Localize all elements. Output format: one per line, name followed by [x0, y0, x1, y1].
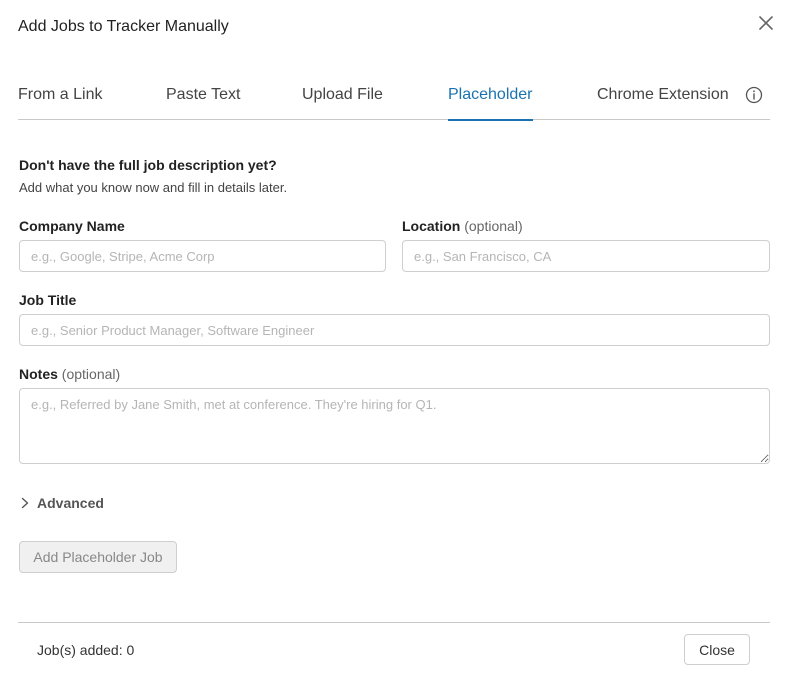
tab-bar: From a Link Paste Text Upload File Place… [18, 74, 770, 121]
location-optional-text: (optional) [464, 218, 523, 234]
tab-from-a-link[interactable]: From a Link [18, 86, 102, 120]
add-placeholder-job-button[interactable]: Add Placeholder Job [19, 541, 177, 573]
notes-label: Notes (optional) [19, 366, 120, 382]
tab-paste-text[interactable]: Paste Text [166, 86, 240, 120]
close-icon[interactable] [757, 14, 775, 32]
notes-optional-text: (optional) [61, 366, 121, 382]
advanced-label: Advanced [37, 495, 104, 511]
jobs-added-count: Job(s) added: 0 [37, 642, 135, 658]
job-title-input[interactable] [19, 314, 770, 346]
advanced-toggle[interactable]: Advanced [19, 494, 104, 512]
company-name-input[interactable] [19, 240, 386, 272]
tab-upload-file[interactable]: Upload File [302, 86, 383, 120]
company-name-label-text: Company Name [19, 218, 125, 234]
location-input[interactable] [402, 240, 770, 272]
intro-subtitle: Add what you know now and fill in detail… [19, 180, 288, 195]
chevron-right-icon [21, 497, 29, 509]
close-button[interactable]: Close [684, 634, 750, 665]
job-title-label-text: Job Title [19, 292, 77, 308]
company-name-label: Company Name [19, 218, 125, 234]
location-label-text: Location [402, 218, 461, 234]
info-icon[interactable] [745, 86, 763, 104]
intro-question: Don't have the full job description yet? [19, 157, 277, 173]
job-title-label: Job Title [19, 292, 76, 308]
notes-label-text: Notes [19, 366, 58, 382]
tab-chrome-extension[interactable]: Chrome Extension [597, 86, 729, 120]
add-jobs-dialog: Add Jobs to Tracker Manually From a Link… [0, 0, 787, 682]
location-label: Location (optional) [402, 218, 523, 234]
tab-placeholder[interactable]: Placeholder [448, 86, 533, 121]
dialog-title: Add Jobs to Tracker Manually [18, 18, 229, 35]
footer-divider [18, 622, 770, 623]
notes-textarea[interactable] [19, 388, 770, 464]
